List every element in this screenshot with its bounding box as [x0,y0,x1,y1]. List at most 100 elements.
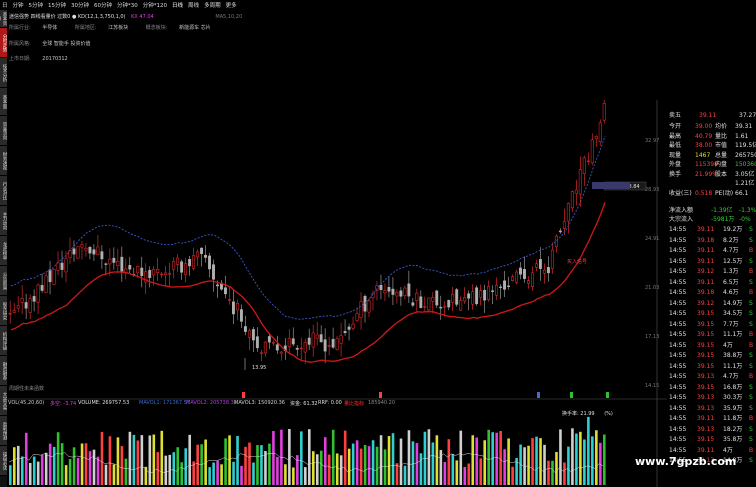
volume-bar [52,446,56,485]
kline-chart[interactable]: 13.9528.64 - 28.84买入信号周期性未来函数 [7,100,667,487]
period-tab-11[interactable]: 更多 [226,1,237,9]
tick-time: 14:55 [669,383,687,391]
candle [495,284,499,296]
volume-bar [479,458,483,485]
left-tab-1[interactable]: 分时走势 [0,28,7,58]
candle [471,291,475,305]
volume-bar [96,456,100,485]
candle [124,268,128,273]
period-tab-8[interactable]: 日线 [172,1,183,9]
signal-marker [570,392,573,398]
volume-bar [112,464,116,485]
tick-price: 39.11 [697,415,715,422]
volume-bar [76,457,80,485]
left-tab-7[interactable]: 主力动向 [0,206,7,236]
tick-volume: 7.7万 [723,320,739,328]
candle [527,280,530,284]
turnover-label: 换手率: 21.99 (%) [562,410,613,417]
tick-volume: 35.9万 [723,404,743,412]
volume-bar [292,467,295,485]
volume-bar [499,430,502,485]
volume-bar [351,443,355,485]
candle [523,269,526,279]
tick-time: 14:55 [669,394,687,401]
tick-time: 14:55 [669,352,687,359]
candle [84,247,88,251]
left-tab-2[interactable]: 技术分析 [0,58,7,88]
candle [208,255,211,270]
tick-row: 14:55 39.15 35.8万 S [667,436,756,444]
tick-dir: S [749,362,753,370]
candle [243,326,247,332]
period-tab-1[interactable]: 分钟 [13,1,24,9]
tick-time: 14:55 [669,226,687,233]
volume-bar [304,467,307,485]
quote-row: 今开 39.00 均价 39.31 [667,123,756,131]
volume-bar [120,446,124,485]
left-tab-6[interactable]: 行业对比 [0,176,7,206]
left-tab-8[interactable]: 龙虎榜单 [0,236,7,266]
volume-bar [32,456,36,485]
left-tab-3[interactable]: 基本面 [0,88,7,116]
period-tab-0[interactable]: 日 [2,1,8,9]
sell5-label: 卖五 [669,112,682,119]
period-tab-3[interactable]: 15分钟 [48,1,66,9]
period-tab-7[interactable]: 分钟*120 [143,1,167,9]
period-tab-5[interactable]: 60分钟 [94,1,112,9]
fund-value: 资金: 61.32 [290,401,318,407]
candle [180,261,184,273]
candle [451,294,455,303]
tick-volume: 35.8万 [723,436,743,443]
volume-bar [208,467,211,485]
candle [80,244,84,248]
ma-label: MA5,10,20 [215,14,243,20]
left-tab-10[interactable]: 股东研究 [0,296,7,326]
tick-price: 39.15 [697,362,715,370]
left-tab-0[interactable]: 基本资料 [0,10,7,28]
period-tab-10[interactable]: 多周期 [204,1,221,9]
left-tab-13[interactable]: 大宗交易 [0,386,7,416]
candle [391,288,395,295]
left-tab-9[interactable]: 公告新闻 [0,266,7,296]
tick-dir: B [749,331,754,338]
tick-time: 14:55 [669,373,687,380]
period-tab-6[interactable]: 分钟*30 [117,1,138,9]
quote-label: 最低 [669,142,682,149]
volume-bar [587,416,590,485]
candle [108,258,112,265]
tick-time: 14:55 [669,299,687,307]
volume-bar [475,437,479,485]
tick-price: 39.13 [697,404,715,412]
left-tab-14[interactable]: 盈利预测 [0,416,7,446]
volume-bar [252,462,255,485]
candle [355,313,359,321]
left-tab-12[interactable]: 融资融券 [0,356,7,386]
candle [184,263,188,275]
period-tab-2[interactable]: 5分钟 [29,1,44,9]
candle [562,221,566,229]
tick-time: 14:55 [669,446,687,454]
candle [68,250,72,259]
volume-bar [415,443,419,485]
left-tab-4[interactable]: 资金流向 [0,116,7,146]
tick-volume: 1.3万 [723,268,739,275]
tick-volume: 12.5万 [723,257,743,265]
mavol3-value: MAVOL3: 150920.36 [234,400,285,406]
left-tab-5[interactable]: 财务透视 [0,146,7,176]
quote-value: 40.79 [695,132,713,140]
left-tab-15[interactable]: 操盘必读 [0,446,7,476]
quote-row: 最高 40.79 量比 1.61 [667,133,756,141]
candle [36,284,40,303]
volume-bar [591,436,594,485]
period-tab-9[interactable]: 周线 [188,1,199,9]
period-tab-4[interactable]: 30分钟 [71,1,89,9]
volume-bar [531,438,534,485]
left-tab-11[interactable]: 机构评级 [0,326,7,356]
tick-dir: S [749,352,753,359]
tick-time: 14:55 [669,425,687,433]
tick-price: 39.11 [697,446,715,454]
flow-pct: -0% [739,216,751,223]
quote-label: 现量 [669,151,682,159]
tick-volume: 11.8万 [723,415,743,422]
candle [235,303,239,311]
